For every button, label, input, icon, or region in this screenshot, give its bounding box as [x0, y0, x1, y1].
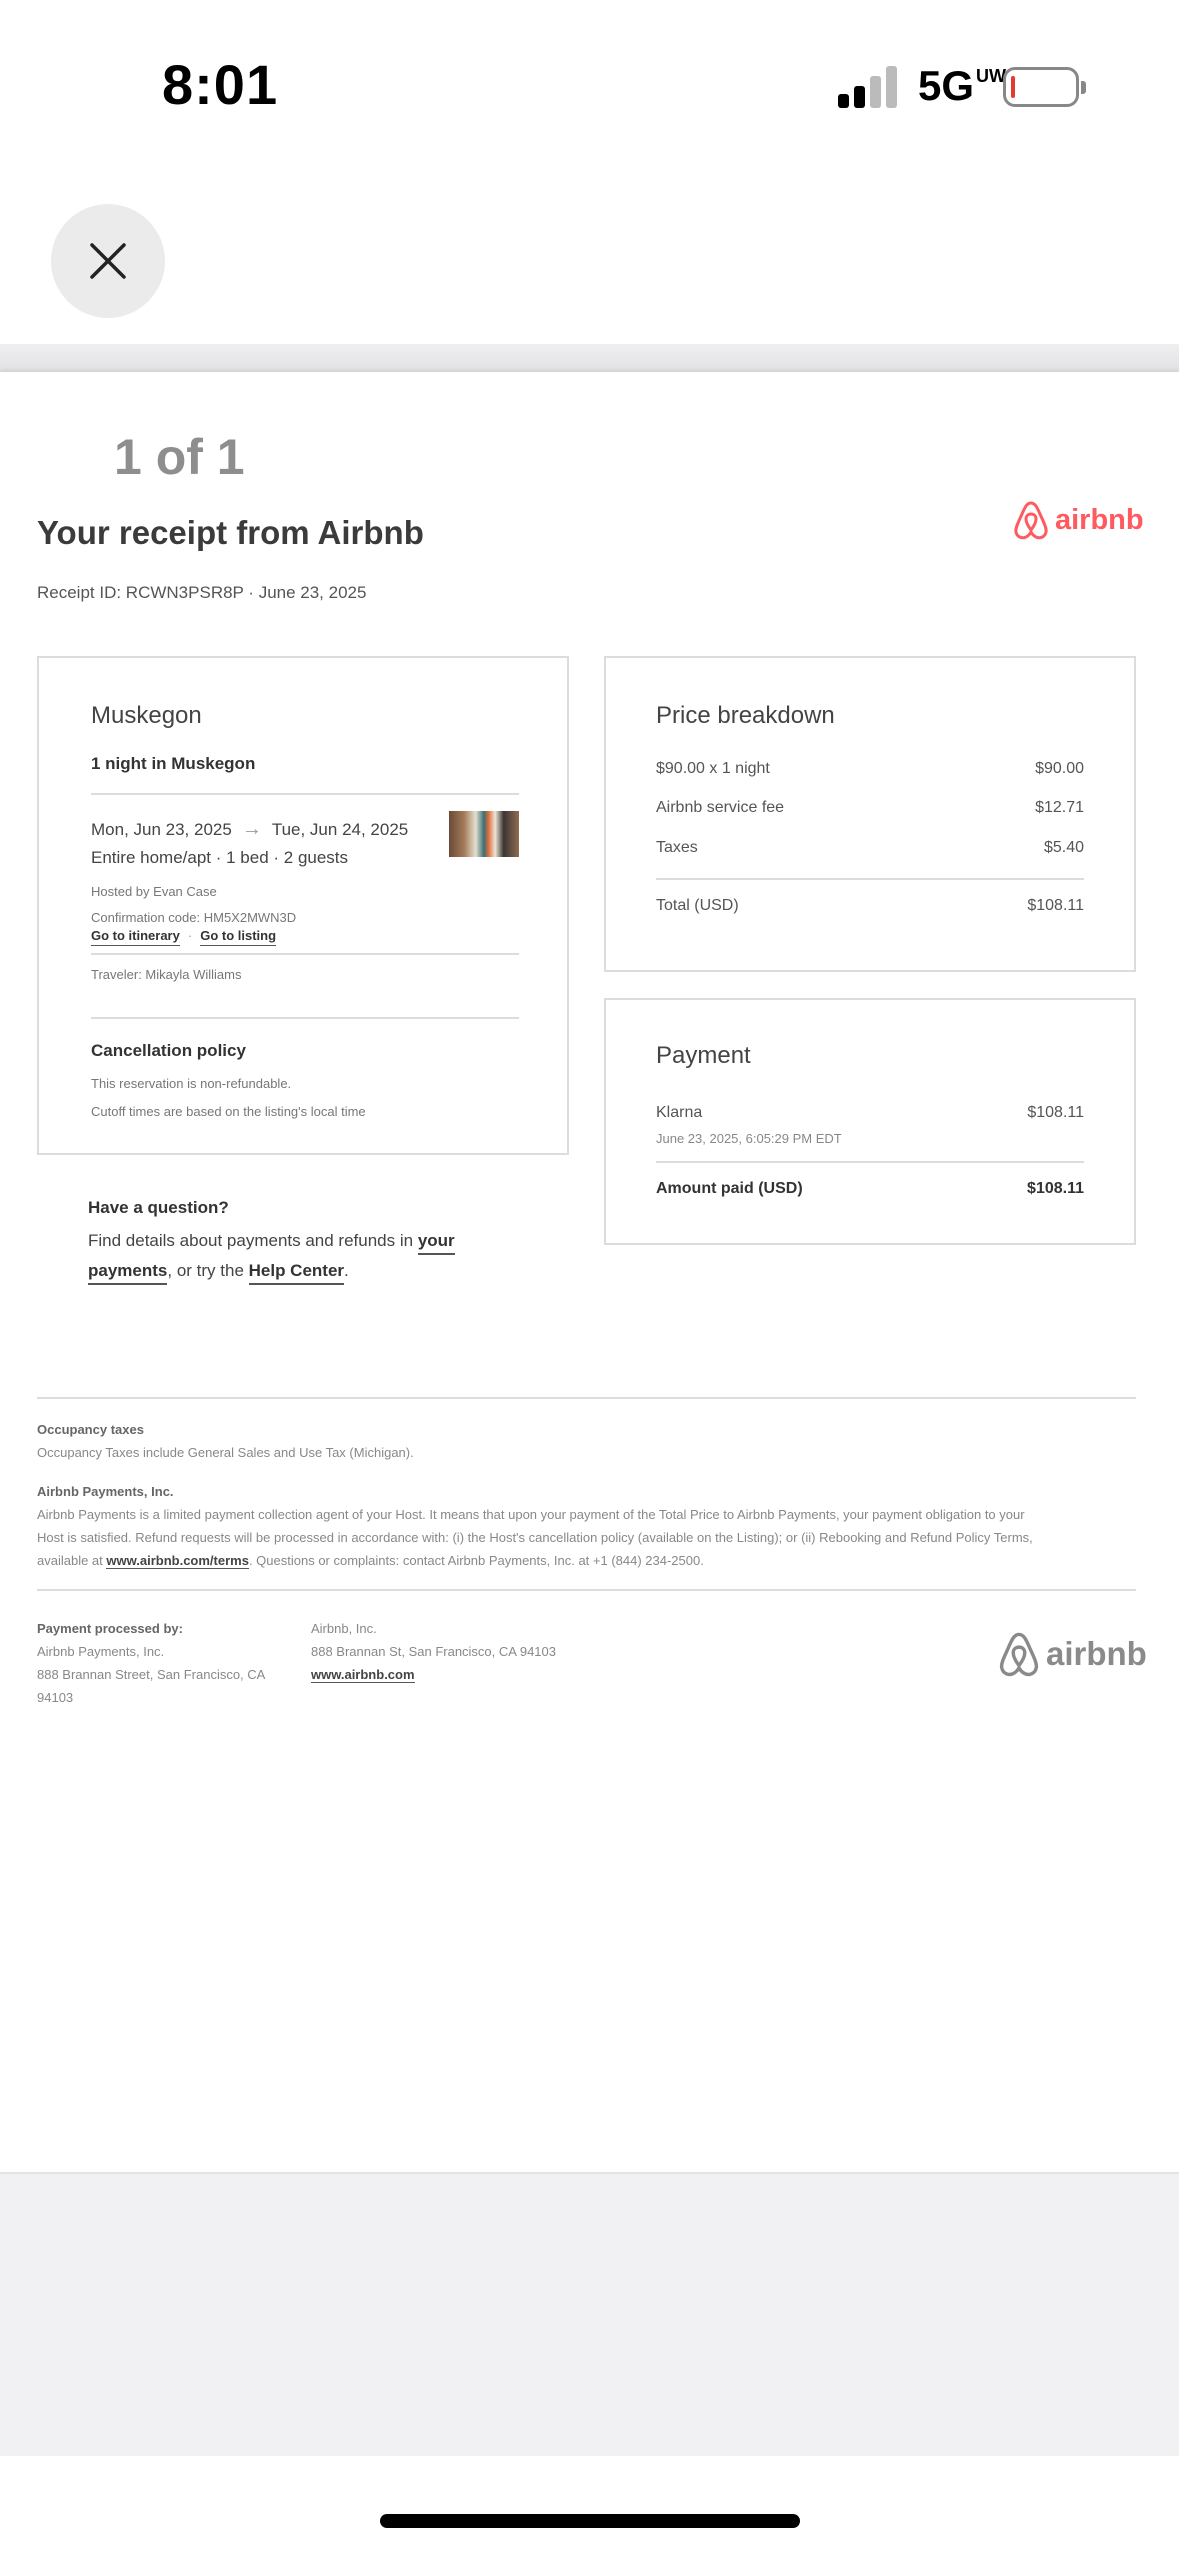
- traveler-name: Traveler: Mikayla Williams: [91, 967, 242, 982]
- confirmation-code: Confirmation code: HM5X2MWN3D: [91, 910, 297, 925]
- payment-date: June 23, 2025, 6:05:29 PM EDT: [656, 1131, 842, 1146]
- cancellation-text: This reservation is non-refundable.: [91, 1076, 292, 1091]
- your-payments-link[interactable]: your: [417, 1231, 455, 1255]
- network-indicator: 5G UW: [918, 62, 1007, 109]
- payment-processor-info: Payment processed by: Airbnb Payments, I…: [37, 1621, 266, 1705]
- help-section: Have a question? Find details about paym…: [88, 1198, 508, 1286]
- payment-title: Payment: [656, 1042, 751, 1069]
- page-counter: 1 of 1: [114, 429, 245, 485]
- help-text: Find details about payments and refunds …: [88, 1226, 508, 1286]
- price-row: $90.00 x 1 night $90.00: [656, 760, 1084, 777]
- sheet-top-band: [0, 344, 1179, 372]
- price-breakdown-title: Price breakdown: [656, 702, 835, 729]
- page-title: Your receipt from Airbnb: [37, 514, 424, 551]
- home-indicator[interactable]: [380, 2514, 800, 2528]
- host-name: Hosted by Evan Case: [91, 884, 217, 899]
- airbnb-logo-icon: [1014, 501, 1048, 540]
- help-heading: Have a question?: [88, 1198, 229, 1217]
- arrow-right-icon: →: [241, 818, 262, 840]
- cancellation-cutoff-text: Cutoff times are based on the listing's …: [91, 1104, 366, 1119]
- price-row: Airbnb service fee $12.71: [656, 799, 1084, 816]
- divider: [656, 878, 1084, 880]
- your-payments-link[interactable]: payments: [88, 1261, 168, 1285]
- trip-dates: Mon, Jun 23, 2025 → Tue, Jun 24, 2025: [91, 818, 408, 841]
- airbnb-website-link[interactable]: www.airbnb.com: [311, 1667, 415, 1683]
- divider: [91, 953, 519, 955]
- close-icon: [90, 243, 126, 279]
- payment-amount: $108.11: [1027, 1104, 1084, 1121]
- divider: [656, 1161, 1084, 1163]
- terms-link[interactable]: www.airbnb.com/terms: [106, 1553, 249, 1569]
- listing-thumbnail[interactable]: [449, 811, 519, 857]
- close-button[interactable]: [51, 204, 165, 318]
- occupancy-taxes-section: Occupancy taxes Occupancy Taxes include …: [37, 1422, 414, 1460]
- divider: [91, 1017, 519, 1019]
- airbnb-payments-section: Airbnb Payments, Inc. Airbnb Payments is…: [37, 1484, 1033, 1569]
- airbnb-logo-footer: airbnb: [998, 1631, 1147, 1677]
- signal-strength-icon: [838, 66, 900, 108]
- home-description: Entire home/apt · 1 bed · 2 guests: [91, 848, 349, 867]
- trip-city: Muskegon: [91, 702, 202, 729]
- amount-paid-row: Amount paid (USD) $108.11: [656, 1180, 1084, 1197]
- battery-icon: [1003, 67, 1086, 107]
- receipt-id: Receipt ID: RCWN3PSR8P · June 23, 2025: [37, 583, 367, 602]
- divider: [37, 1397, 1136, 1399]
- airbnb-logo-icon: [999, 1632, 1039, 1677]
- check-out-date: Tue, Jun 24, 2025: [271, 819, 409, 839]
- clock: 8:01: [162, 53, 279, 116]
- payment-method: Klarna: [656, 1104, 703, 1121]
- trip-links: Go to itinerary · Go to listing: [91, 928, 277, 946]
- price-row: Taxes $5.40: [656, 839, 1084, 856]
- help-center-link[interactable]: Help Center: [248, 1261, 345, 1285]
- check-in-date: Mon, Jun 23, 2025: [91, 819, 232, 839]
- price-total-row: Total (USD) $108.11: [656, 897, 1084, 914]
- payment-method-row: Klarna $108.11: [656, 1104, 1084, 1122]
- go-to-itinerary-link[interactable]: Go to itinerary: [91, 928, 180, 946]
- payment-card: Payment Klarna $108.11 June 23, 2025, 6:0…: [604, 998, 1136, 1245]
- sheet-bottom-area: [0, 2172, 1179, 2456]
- divider: [91, 793, 519, 795]
- status-bar: 8:01 5G UW: [0, 0, 1179, 175]
- price-breakdown-card: Price breakdown $90.00 x 1 night $90.00 A…: [604, 656, 1136, 972]
- divider: [37, 1589, 1136, 1591]
- airbnb-logo: airbnb: [1013, 500, 1144, 540]
- trip-nights: 1 night in Muskegon: [91, 754, 256, 773]
- cancellation-heading: Cancellation policy: [91, 1041, 246, 1060]
- reservation-card: Muskegon 1 night in Muskegon Mon, Jun 23…: [37, 656, 569, 1155]
- airbnb-inc-info: Airbnb, Inc. 888 Brannan St, San Francis…: [311, 1621, 556, 1683]
- go-to-listing-link[interactable]: Go to listing: [200, 928, 277, 946]
